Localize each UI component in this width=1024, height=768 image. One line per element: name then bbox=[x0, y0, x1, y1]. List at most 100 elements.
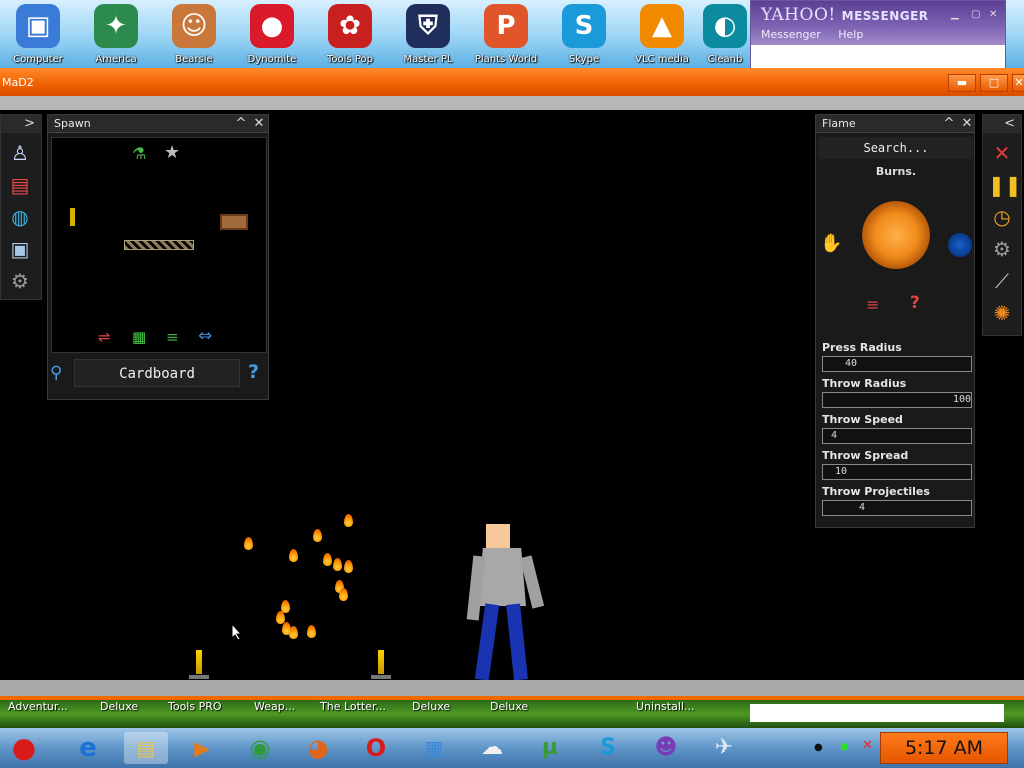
folder-icon[interactable]: ▤ bbox=[124, 732, 168, 764]
burner-base bbox=[371, 675, 391, 679]
desktop-icon[interactable]: S Skype bbox=[550, 4, 618, 65]
desktop-icon[interactable]: ⛨ Master PL bbox=[394, 4, 462, 65]
fire-particle bbox=[344, 560, 353, 573]
swap-arrows-icon[interactable]: ⇔ bbox=[198, 326, 212, 346]
burner-object[interactable] bbox=[378, 650, 384, 674]
toolbar-taskbar: Adventur... Deluxe Tools PRO Weap... The… bbox=[0, 700, 1024, 728]
game-figure-icon[interactable]: ✈ bbox=[706, 732, 742, 764]
opera-icon[interactable]: O bbox=[358, 732, 394, 764]
close-icon[interactable]: ✕ bbox=[989, 9, 997, 20]
ragdoll-icon[interactable]: ♙ bbox=[6, 139, 34, 167]
taskbar-clock[interactable]: 5:17 AM bbox=[880, 732, 1008, 764]
minimize-button[interactable]: ▬ bbox=[948, 74, 976, 92]
burner-icon[interactable] bbox=[70, 208, 75, 226]
collapse-button[interactable]: ^ bbox=[940, 115, 958, 133]
utorrent-icon[interactable]: µ bbox=[532, 732, 568, 764]
network-icon[interactable]: ▪ bbox=[840, 739, 849, 754]
burner-object[interactable] bbox=[196, 650, 202, 674]
delete-icon[interactable]: ✕ bbox=[988, 139, 1016, 167]
spawn-grid[interactable]: ⚗ ★ ⇌ ▦ ≡ ⇔ bbox=[51, 137, 267, 353]
list-icon[interactable]: ≡ bbox=[866, 295, 879, 314]
google-talk-icon[interactable]: ☁ bbox=[474, 732, 510, 764]
gear-icon[interactable]: ⚙ bbox=[988, 235, 1016, 263]
ground bbox=[0, 680, 1024, 696]
taskbar-item[interactable]: Deluxe bbox=[412, 700, 450, 713]
tray-dot-icon[interactable]: ● bbox=[814, 742, 823, 753]
sliders-icon[interactable]: ⇌ bbox=[98, 328, 111, 346]
desktop-icon[interactable]: ☺ Bearsie bbox=[160, 4, 228, 65]
internet-explorer-icon[interactable]: e bbox=[70, 732, 106, 764]
skype-icon[interactable]: S bbox=[590, 732, 626, 764]
press-radius-label: Press Radius bbox=[822, 341, 902, 354]
crate-icon[interactable] bbox=[220, 214, 248, 230]
truss-icon[interactable] bbox=[124, 240, 194, 250]
hand-icon[interactable]: ✋ bbox=[820, 233, 842, 254]
throw-speed-input[interactable]: 4 bbox=[822, 428, 972, 444]
desktop-icon[interactable]: ✿ Tools Pop bbox=[316, 4, 384, 65]
desktop-icon[interactable]: P Plants World bbox=[472, 4, 540, 65]
taskbar-item[interactable]: The Lotter... bbox=[320, 700, 386, 713]
orb-icon[interactable] bbox=[948, 233, 972, 257]
windows-taskbar: ● e ▤ ▶ ◉ ◕ O ▦ ☁ µ S ☻ ✈ ● ▪ ✕ 5:17 AM bbox=[0, 728, 1024, 768]
volume-muted-icon[interactable]: ✕ bbox=[862, 738, 873, 753]
angry-bird-icon[interactable]: ● bbox=[6, 732, 42, 764]
star-icon[interactable]: ★ bbox=[164, 142, 180, 163]
desktop-icon[interactable]: ✦ America bbox=[82, 4, 150, 65]
menu-messenger[interactable]: Messenger bbox=[761, 28, 821, 41]
left-toolbar: > ♙ ▤ ◍ ▣ ⚙ bbox=[0, 114, 42, 300]
skype-icon: S bbox=[562, 4, 606, 48]
desktop-icon[interactable]: ● Dynomite bbox=[238, 4, 306, 65]
search-icon[interactable]: ⚲ bbox=[50, 363, 62, 383]
media-player-icon[interactable]: ▶ bbox=[184, 732, 220, 764]
left-toolbar-expand[interactable]: > bbox=[1, 115, 41, 133]
right-toolbar: < ✕ ❚❚ ◷ ⚙ ⟋ ✺ bbox=[982, 114, 1022, 336]
help-button[interactable]: ? bbox=[248, 361, 259, 383]
window-border bbox=[0, 96, 1024, 110]
close-button[interactable]: ✕ bbox=[958, 115, 976, 133]
ragdoll-head[interactable] bbox=[486, 524, 510, 548]
collapse-button[interactable]: ^ bbox=[232, 115, 250, 133]
knife-icon[interactable]: ⟋ bbox=[988, 267, 1016, 295]
close-button[interactable]: ✕ bbox=[250, 115, 268, 133]
maximize-button[interactable]: □ bbox=[980, 74, 1008, 92]
gear-icon[interactable]: ⚙ bbox=[6, 267, 34, 295]
chrome-icon[interactable]: ◉ bbox=[242, 732, 278, 764]
flame-tool-icon[interactable] bbox=[862, 201, 930, 269]
globe-icon[interactable]: ◍ bbox=[6, 203, 34, 231]
yahoo-messenger-window[interactable]: YAHOO! MESSENGER Messenger Help ▁ ▢ ✕ bbox=[750, 0, 1006, 69]
desktop-icon[interactable]: ◐ Cleanb bbox=[700, 4, 750, 65]
flame-tool-small-icon[interactable]: ✺ bbox=[988, 299, 1016, 327]
fire-particle bbox=[323, 553, 332, 566]
taskbar-item[interactable]: Weap... bbox=[254, 700, 295, 713]
throw-spread-input[interactable]: 10 bbox=[822, 464, 972, 480]
pause-icon[interactable]: ❚❚ bbox=[988, 171, 1022, 199]
fire-particle bbox=[344, 514, 353, 527]
throw-radius-input[interactable]: 100 bbox=[822, 392, 972, 408]
stopwatch-icon[interactable]: ◷ bbox=[988, 203, 1016, 231]
flame-search-input[interactable]: Search... bbox=[819, 137, 973, 159]
flask-icon[interactable]: ⚗ bbox=[132, 144, 146, 163]
taskbar-item[interactable]: Adventur... bbox=[8, 700, 68, 713]
firefox-icon[interactable]: ◕ bbox=[300, 732, 336, 764]
help-button[interactable]: ? bbox=[910, 293, 920, 313]
book-icon[interactable]: ▤ bbox=[6, 171, 34, 199]
grid-icon[interactable]: ▦ bbox=[132, 328, 146, 346]
menu-help[interactable]: Help bbox=[838, 28, 863, 41]
taskbar-item[interactable]: Tools PRO bbox=[168, 700, 222, 713]
taskbar-item[interactable]: Uninstall... bbox=[636, 700, 694, 713]
press-radius-input[interactable]: 40 bbox=[822, 356, 972, 372]
desktop-icon[interactable]: ▣ Computer bbox=[4, 4, 72, 65]
close-button[interactable]: ✕ bbox=[1012, 74, 1024, 92]
minimize-icon[interactable]: ▁ bbox=[951, 9, 959, 20]
yahoo-messenger-icon[interactable]: ☻ bbox=[648, 732, 684, 764]
right-toolbar-expand[interactable]: < bbox=[983, 115, 1021, 133]
taskbar-item[interactable]: Deluxe bbox=[100, 700, 138, 713]
desktop-icon[interactable]: ▲ VLC media bbox=[628, 4, 696, 65]
save-icon[interactable]: ▣ bbox=[6, 235, 34, 263]
throw-projectiles-input[interactable]: 4 bbox=[822, 500, 972, 516]
maximize-icon[interactable]: ▢ bbox=[971, 9, 980, 20]
windows-icon[interactable]: ▦ bbox=[416, 732, 452, 764]
spawn-search-field[interactable]: Cardboard bbox=[74, 359, 240, 387]
taskbar-item[interactable]: Deluxe bbox=[490, 700, 528, 713]
list-icon[interactable]: ≡ bbox=[166, 328, 179, 346]
